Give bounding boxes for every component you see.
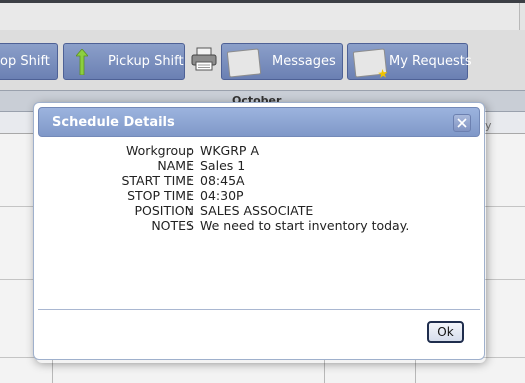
detail-value: 04:30P: [200, 188, 244, 203]
detail-row-stop-time: STOP TIME : 04:30P: [34, 188, 484, 203]
detail-label: STOP TIME: [127, 188, 194, 203]
messages-label: Messages: [272, 54, 336, 69]
detail-separator: :: [188, 203, 193, 218]
drop-shift-button[interactable]: op Shift: [0, 43, 58, 80]
detail-row-start-time: START TIME : 08:45A: [34, 173, 484, 188]
header-tab: [0, 3, 520, 30]
document-star-icon: [352, 48, 388, 78]
header-strip: [0, 3, 525, 30]
detail-row-position: POSITION : SALES ASSOCIATE: [34, 203, 484, 218]
dialog-divider: [38, 309, 480, 310]
my-requests-button[interactable]: My Requests: [347, 43, 472, 80]
my-requests-label: My Requests: [389, 54, 472, 69]
schedule-details-dialog: Schedule Details Workgroup : WKGRP A NAM…: [33, 102, 485, 360]
detail-value: WKGRP A: [200, 143, 259, 158]
detail-separator: :: [188, 143, 193, 158]
close-icon: [457, 118, 467, 128]
detail-separator: :: [188, 218, 193, 233]
dialog-title-bar[interactable]: Schedule Details: [38, 107, 480, 137]
messages-button[interactable]: Messages: [221, 43, 343, 80]
detail-label: Workgroup: [126, 143, 194, 158]
detail-value: We need to start inventory today.: [200, 218, 410, 233]
dialog-title: Schedule Details: [52, 115, 175, 130]
detail-value: SALES ASSOCIATE: [200, 203, 314, 218]
pickup-shift-label: Pickup Shift: [108, 54, 184, 69]
detail-label: POSITION: [134, 203, 194, 218]
up-arrow-icon: [76, 49, 88, 75]
detail-separator: :: [188, 173, 193, 188]
close-button[interactable]: [453, 114, 471, 132]
pickup-shift-button[interactable]: Pickup Shift: [63, 43, 185, 80]
detail-separator: :: [188, 188, 193, 203]
ok-button[interactable]: Ok: [427, 321, 464, 343]
detail-label: START TIME: [121, 173, 194, 188]
detail-row-workgroup: Workgroup : WKGRP A: [34, 143, 484, 158]
detail-row-notes: NOTES : We need to start inventory today…: [34, 218, 484, 233]
detail-value: Sales 1: [200, 158, 246, 173]
document-icon: [226, 48, 262, 78]
detail-separator: :: [188, 158, 193, 173]
drop-shift-label: op Shift: [0, 54, 50, 69]
printer-icon[interactable]: [191, 46, 217, 72]
detail-row-name: NAME : Sales 1: [34, 158, 484, 173]
detail-value: 08:45A: [200, 173, 245, 188]
